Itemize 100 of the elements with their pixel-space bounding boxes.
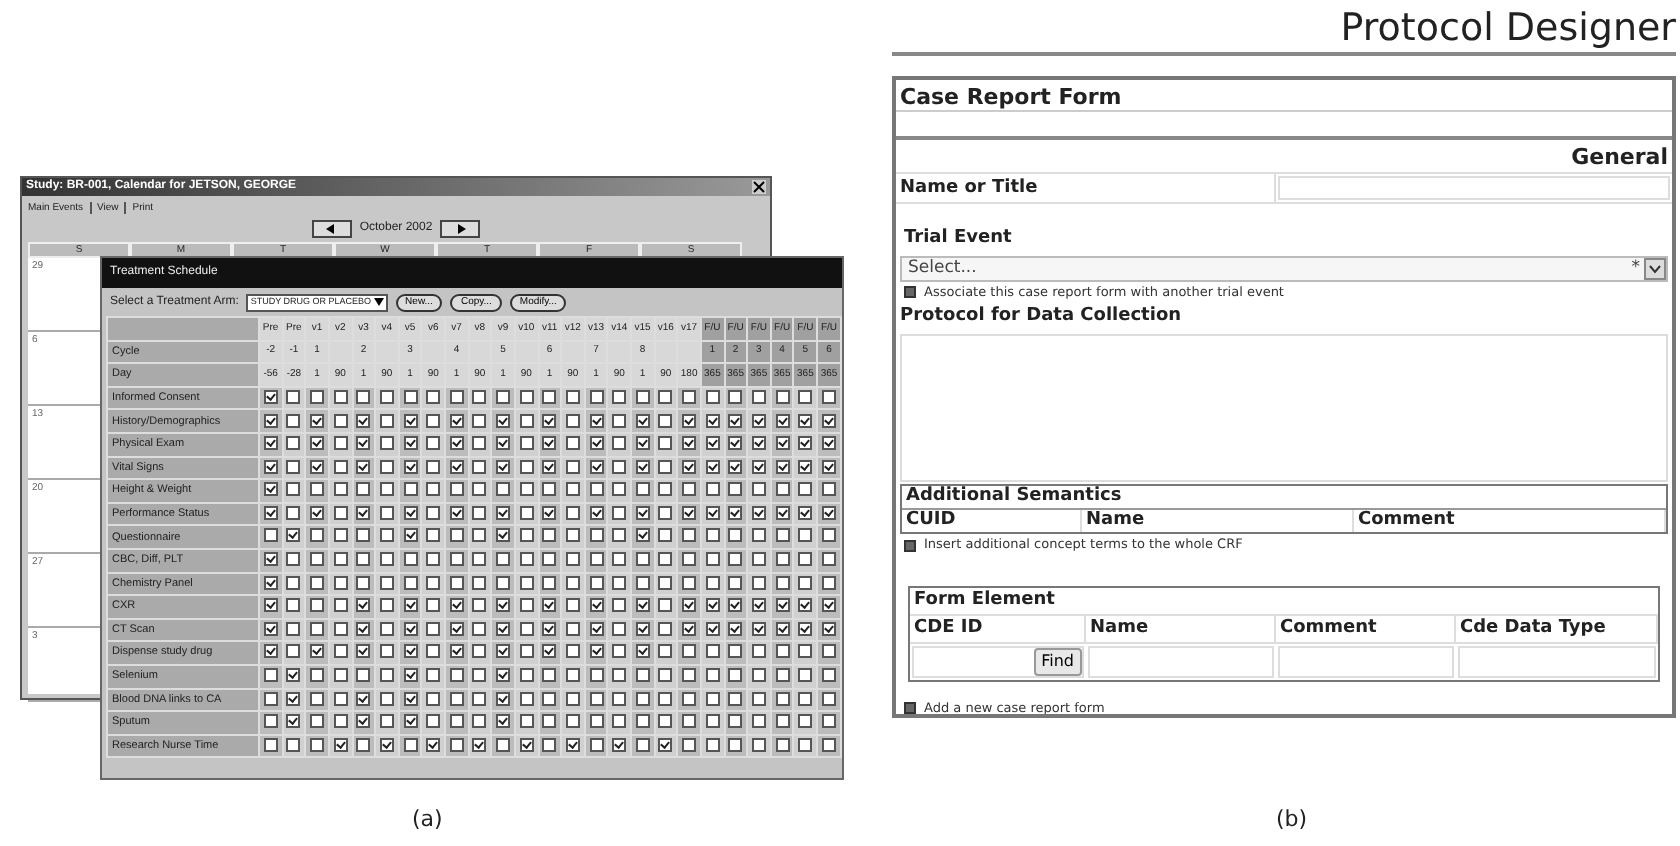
checkbox[interactable] <box>565 691 580 706</box>
checkbox[interactable] <box>775 575 790 590</box>
checkbox[interactable] <box>333 644 348 659</box>
checkbox[interactable] <box>612 552 627 567</box>
checkbox[interactable] <box>310 737 325 752</box>
checkbox[interactable] <box>519 737 534 752</box>
checkbox[interactable] <box>589 598 604 613</box>
checkbox[interactable] <box>426 737 441 752</box>
input-field[interactable] <box>1458 645 1656 677</box>
checkbox[interactable] <box>612 714 627 729</box>
checkbox[interactable] <box>658 714 673 729</box>
checkbox[interactable] <box>310 644 325 659</box>
left-triangle-icon[interactable] <box>326 223 337 233</box>
checkbox[interactable] <box>751 505 766 520</box>
checkbox[interactable] <box>682 575 697 590</box>
checkbox[interactable] <box>263 482 278 497</box>
checkbox[interactable] <box>263 598 278 613</box>
checkbox[interactable] <box>496 714 511 729</box>
checkbox[interactable] <box>682 389 697 404</box>
checkbox[interactable] <box>472 436 487 451</box>
checkbox[interactable] <box>403 459 418 474</box>
checkbox[interactable] <box>775 598 790 613</box>
checkbox[interactable] <box>426 598 441 613</box>
checkbox[interactable] <box>635 505 650 520</box>
checkbox[interactable] <box>798 552 813 567</box>
checkbox[interactable] <box>682 413 697 427</box>
checkbox[interactable] <box>333 575 348 590</box>
checkbox[interactable] <box>612 459 627 474</box>
checkbox[interactable] <box>403 436 418 451</box>
checkbox[interactable] <box>426 459 441 474</box>
checkbox[interactable] <box>705 691 720 706</box>
checkbox[interactable] <box>403 691 418 706</box>
checkbox[interactable] <box>728 575 743 590</box>
checkbox[interactable] <box>751 528 766 543</box>
checkbox[interactable] <box>333 737 348 752</box>
checkbox[interactable] <box>728 714 743 729</box>
checkbox[interactable] <box>263 389 278 404</box>
checkbox[interactable] <box>751 737 766 752</box>
checkbox[interactable] <box>379 714 394 729</box>
checkbox[interactable] <box>798 413 813 427</box>
checkbox[interactable] <box>635 691 650 706</box>
checkbox[interactable] <box>333 459 348 474</box>
checkbox[interactable] <box>356 459 371 474</box>
checkbox[interactable] <box>333 552 348 567</box>
checkbox[interactable] <box>612 598 627 613</box>
checkbox[interactable] <box>310 552 325 567</box>
checkbox[interactable] <box>658 691 673 706</box>
checkbox[interactable] <box>379 644 394 659</box>
checkbox[interactable] <box>403 575 418 590</box>
checkbox[interactable] <box>728 436 743 451</box>
checkbox[interactable] <box>635 598 650 613</box>
checkbox[interactable] <box>519 714 534 729</box>
checkbox[interactable] <box>565 598 580 613</box>
checkbox[interactable] <box>472 714 487 729</box>
checkbox[interactable] <box>426 644 441 659</box>
find-button[interactable]: Find <box>1033 647 1082 675</box>
checkbox[interactable] <box>682 644 697 659</box>
checkbox[interactable] <box>263 413 278 427</box>
checkbox[interactable] <box>728 644 743 659</box>
checkbox[interactable] <box>705 528 720 543</box>
checkbox[interactable] <box>519 436 534 451</box>
checkbox[interactable] <box>775 691 790 706</box>
checkbox[interactable] <box>310 598 325 613</box>
checkbox[interactable] <box>286 552 301 567</box>
checkbox[interactable] <box>728 505 743 520</box>
checkbox[interactable] <box>496 668 511 683</box>
checkbox[interactable] <box>822 598 836 613</box>
checkbox[interactable] <box>565 575 580 590</box>
checkbox[interactable] <box>822 691 836 706</box>
checkbox[interactable] <box>658 505 673 520</box>
checkbox[interactable] <box>565 528 580 543</box>
checkbox[interactable] <box>379 436 394 451</box>
checkbox[interactable] <box>263 575 278 590</box>
checkbox[interactable] <box>426 575 441 590</box>
checkbox[interactable] <box>333 436 348 451</box>
trial-event-dropdown[interactable]: Select... * <box>900 255 1668 281</box>
checkbox[interactable] <box>356 691 371 706</box>
checkbox[interactable] <box>519 413 534 427</box>
checkbox[interactable] <box>565 552 580 567</box>
checkbox[interactable] <box>263 621 278 636</box>
checkbox[interactable] <box>728 737 743 752</box>
checkbox[interactable] <box>589 575 604 590</box>
checkbox[interactable] <box>472 389 487 404</box>
checkbox[interactable] <box>658 389 673 404</box>
checkbox[interactable] <box>635 575 650 590</box>
checkbox[interactable] <box>612 621 627 636</box>
checkbox[interactable] <box>658 621 673 636</box>
checkbox[interactable] <box>775 714 790 729</box>
checkbox[interactable] <box>705 668 720 683</box>
checkbox[interactable] <box>705 621 720 636</box>
checkbox[interactable] <box>775 552 790 567</box>
checkbox[interactable] <box>472 505 487 520</box>
checkbox[interactable] <box>449 598 464 613</box>
checkbox[interactable] <box>542 621 557 636</box>
checkbox[interactable] <box>775 668 790 683</box>
checkbox[interactable] <box>496 621 511 636</box>
checkbox[interactable] <box>496 737 511 752</box>
checkbox[interactable] <box>565 482 580 497</box>
checkbox[interactable] <box>728 552 743 567</box>
checkbox[interactable] <box>472 668 487 683</box>
